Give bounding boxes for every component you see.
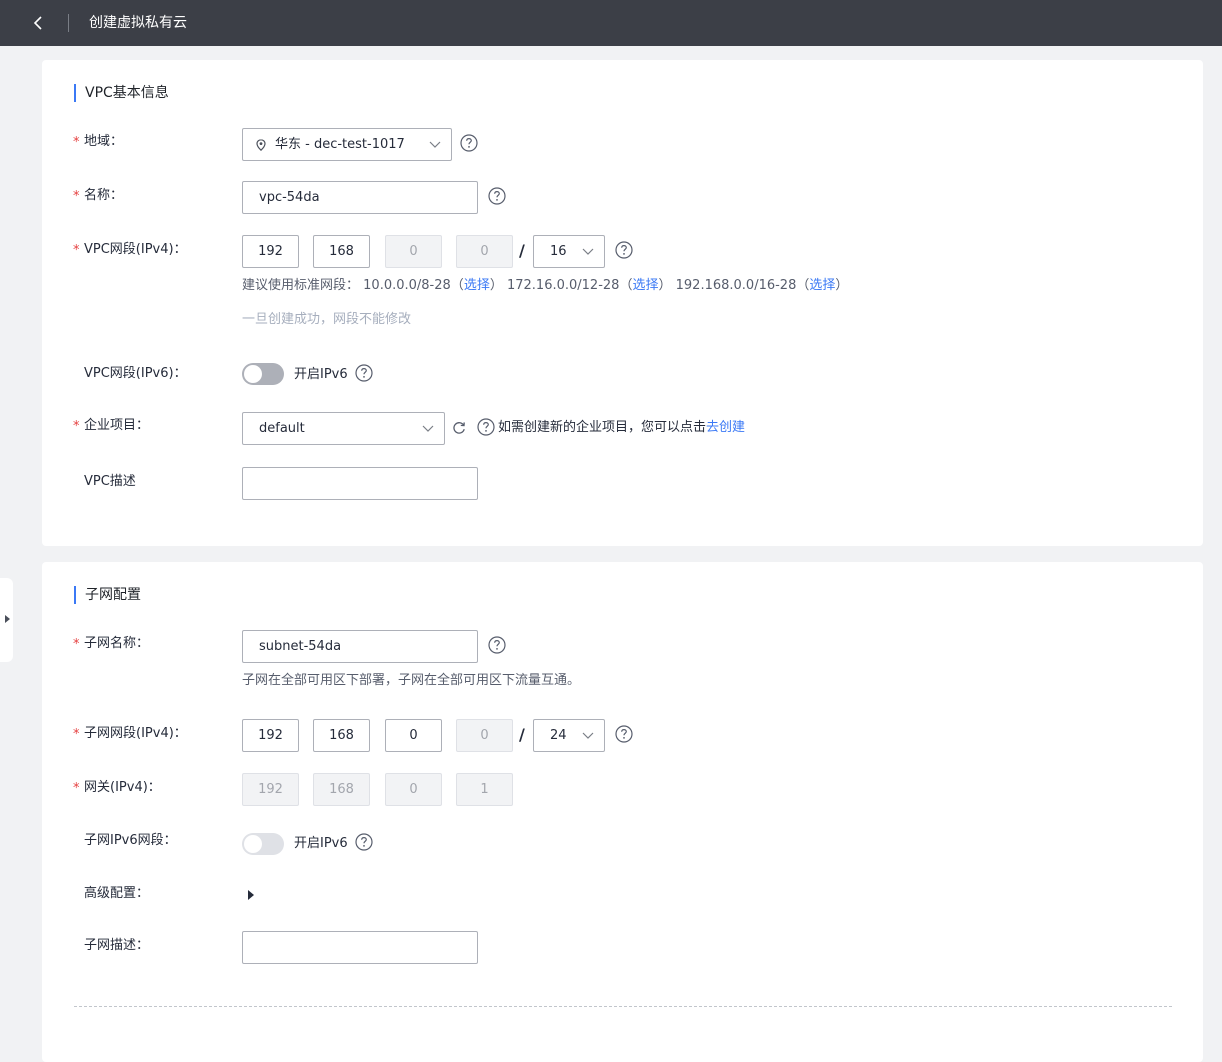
chevron-left-icon bbox=[33, 16, 42, 30]
advanced-config-label: 高级配置： bbox=[84, 886, 150, 901]
subnet-name-label: * 子网名称： bbox=[73, 636, 150, 652]
gateway-octet-2: 168 bbox=[313, 773, 370, 806]
chevron-down-icon bbox=[582, 732, 594, 739]
chevron-down-icon bbox=[422, 425, 434, 432]
vpc-cidr-octet-4: 0 bbox=[456, 235, 513, 268]
vpc-name-input[interactable]: vpc-54da bbox=[242, 181, 478, 214]
required-mark: * bbox=[73, 781, 80, 796]
page-title: 创建虚拟私有云 bbox=[89, 15, 187, 31]
gateway-label: * 网关(IPv4)： bbox=[73, 780, 161, 796]
subnet-name-input[interactable]: subnet-54da bbox=[242, 630, 478, 663]
vpc-cidr-octet-3: 0 bbox=[385, 235, 442, 268]
subnet-cidr-octet-3[interactable]: 0 bbox=[385, 719, 442, 752]
refresh-icon[interactable] bbox=[452, 421, 466, 435]
required-mark: * bbox=[73, 419, 80, 434]
vpc-basic-info-card: VPC基本信息 * 地域： 华东 - dec-test-1017 * 名称： v… bbox=[42, 60, 1203, 546]
vpc-mask-value: 16 bbox=[550, 244, 567, 259]
enterprise-project-hint: 如需创建新的企业项目，您可以点击去创建 bbox=[498, 420, 746, 435]
gateway-octet-3: 0 bbox=[385, 773, 442, 806]
enterprise-project-select[interactable]: default bbox=[242, 412, 445, 445]
vpc-description-input[interactable] bbox=[242, 467, 478, 500]
gateway-octet-4: 1 bbox=[456, 773, 513, 806]
required-mark: * bbox=[73, 637, 80, 652]
subnet-cidr-octet-2[interactable]: 168 bbox=[313, 719, 370, 752]
help-icon[interactable] bbox=[615, 241, 633, 259]
subnet-ipv6-toggle-label: 开启IPv6 bbox=[294, 836, 348, 851]
choose-link-172[interactable]: 选择 bbox=[632, 278, 658, 293]
toggle-knob bbox=[244, 835, 262, 853]
back-button[interactable] bbox=[26, 13, 50, 33]
subnet-description-input[interactable] bbox=[242, 931, 478, 964]
help-icon[interactable] bbox=[488, 187, 506, 205]
required-mark: * bbox=[73, 135, 80, 150]
required-mark: * bbox=[73, 243, 80, 258]
gateway-octet-1: 192 bbox=[242, 773, 299, 806]
subnet-config-card: 子网配置 * 子网名称： subnet-54da 子网在全部可用区下部署，子网在… bbox=[42, 562, 1203, 1062]
vpc-description-label: VPC描述 bbox=[84, 474, 136, 489]
help-icon[interactable] bbox=[355, 833, 373, 851]
sidebar-expand-toggle[interactable] bbox=[0, 578, 13, 662]
cidr-immutable-note: 一旦创建成功，网段不能修改 bbox=[242, 312, 412, 327]
section-title-vpc: VPC基本信息 bbox=[74, 84, 169, 102]
dashed-divider bbox=[74, 1006, 1172, 1007]
help-icon[interactable] bbox=[460, 134, 478, 152]
header-divider bbox=[68, 14, 69, 32]
create-enterprise-project-link[interactable]: 去创建 bbox=[706, 420, 745, 435]
help-icon[interactable] bbox=[615, 725, 633, 743]
required-mark: * bbox=[73, 189, 80, 204]
vpc-mask-select[interactable]: 16 bbox=[533, 235, 605, 268]
choose-link-192[interactable]: 选择 bbox=[809, 278, 835, 293]
subnet-mask-value: 24 bbox=[550, 728, 567, 743]
vpc-cidr-ipv6-label: VPC网段(IPv6)： bbox=[84, 366, 187, 381]
vpc-cidr-ipv4-label: * VPC网段(IPv4)： bbox=[73, 242, 187, 258]
chevron-down-icon bbox=[582, 248, 594, 255]
subnet-name-hint: 子网在全部可用区下部署，子网在全部可用区下流量互通。 bbox=[242, 673, 581, 688]
top-bar: 创建虚拟私有云 bbox=[0, 0, 1222, 46]
cidr-suggestion: 建议使用标准网段： 10.0.0.0/8-28（选择） 172.16.0.0/1… bbox=[242, 278, 849, 293]
help-icon[interactable] bbox=[355, 364, 373, 382]
subnet-cidr-octet-4: 0 bbox=[456, 719, 513, 752]
help-icon[interactable] bbox=[488, 636, 506, 654]
cidr-slash: / bbox=[519, 241, 525, 260]
vpc-ipv6-toggle[interactable] bbox=[242, 363, 284, 385]
location-pin-icon bbox=[256, 139, 266, 151]
advanced-config-expand-icon[interactable] bbox=[248, 890, 254, 900]
enterprise-project-value: default bbox=[259, 421, 305, 436]
vpc-ipv6-toggle-label: 开启IPv6 bbox=[294, 367, 348, 382]
cidr-slash: / bbox=[519, 725, 525, 744]
region-label: * 地域： bbox=[73, 134, 124, 150]
chevron-down-icon bbox=[429, 141, 441, 148]
subnet-ipv6-label: 子网IPv6网段： bbox=[84, 833, 177, 848]
region-select-value: 华东 - dec-test-1017 bbox=[275, 137, 405, 152]
subnet-mask-select[interactable]: 24 bbox=[533, 719, 605, 752]
caret-right-icon bbox=[5, 615, 10, 623]
subnet-cidr-octet-1[interactable]: 192 bbox=[242, 719, 299, 752]
section-title-subnet: 子网配置 bbox=[74, 586, 141, 604]
required-mark: * bbox=[73, 727, 80, 742]
vpc-name-label: * 名称： bbox=[73, 188, 124, 204]
subnet-ipv6-toggle[interactable] bbox=[242, 833, 284, 855]
vpc-cidr-octet-2[interactable]: 168 bbox=[313, 235, 370, 268]
help-icon[interactable] bbox=[477, 418, 495, 436]
toggle-knob bbox=[244, 365, 262, 383]
vpc-cidr-octet-1[interactable]: 192 bbox=[242, 235, 299, 268]
subnet-cidr-label: * 子网网段(IPv4)： bbox=[73, 726, 187, 742]
region-select[interactable]: 华东 - dec-test-1017 bbox=[242, 128, 452, 161]
choose-link-10[interactable]: 选择 bbox=[464, 278, 490, 293]
enterprise-project-label: * 企业项目： bbox=[73, 418, 150, 434]
subnet-description-label: 子网描述： bbox=[84, 938, 150, 953]
